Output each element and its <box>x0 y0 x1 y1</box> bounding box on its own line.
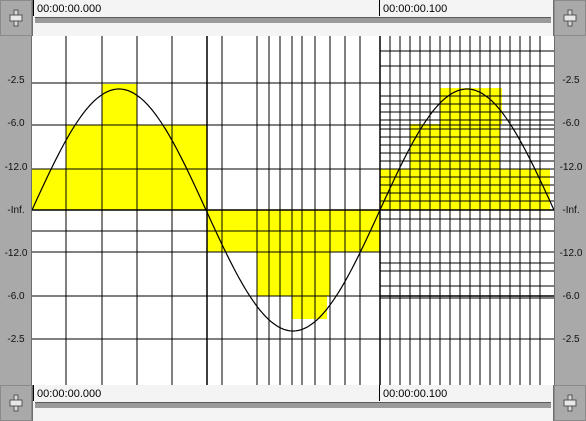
marker-handle-icon <box>9 9 23 27</box>
waveform-canvas[interactable] <box>32 36 554 385</box>
level-fill-block <box>102 84 137 125</box>
db-label: -2.5 <box>562 75 580 86</box>
top-right-handle[interactable] <box>554 0 586 36</box>
level-fill-block <box>440 88 502 124</box>
start-timecode: 00:00:00.000 <box>37 3 102 15</box>
db-label: -12.0 <box>559 162 583 173</box>
marker-handle-icon <box>9 394 23 412</box>
marker-handle-icon <box>563 394 577 412</box>
bottom-left-handle[interactable] <box>0 385 32 421</box>
db-label: -Inf. <box>7 205 25 216</box>
db-label: -2.5 <box>7 75 25 86</box>
bottom-right-handle[interactable] <box>554 385 586 421</box>
mid-timecode: 00:00:00.100 <box>383 388 448 400</box>
start-timecode: 00:00:00.000 <box>37 388 102 400</box>
db-label: -6.0 <box>562 291 580 302</box>
ruler-scroll-track[interactable] <box>35 402 551 408</box>
level-fill-block <box>410 124 500 169</box>
db-label: -6.0 <box>7 118 25 129</box>
db-label: -12.0 <box>559 248 583 259</box>
db-label: -Inf. <box>562 205 580 216</box>
marker-handle-icon <box>563 9 577 27</box>
ruler-scroll-track[interactable] <box>35 17 551 23</box>
waveform-view[interactable] <box>32 36 554 385</box>
db-label: -12.0 <box>4 162 28 173</box>
bottom-time-ruler-row: 00:00:00.000 00:00:00.100 <box>0 385 586 421</box>
right-db-scale: -2.5 -6.0 -12.0 -Inf. -12.0 -6.0 -2.5 <box>554 36 586 385</box>
db-label: -2.5 <box>562 334 580 345</box>
top-time-ruler[interactable]: 00:00:00.000 00:00:00.100 <box>32 0 554 36</box>
level-fill-block <box>32 169 207 210</box>
db-label: -6.0 <box>7 291 25 302</box>
db-label: -12.0 <box>4 248 28 259</box>
top-left-handle[interactable] <box>0 0 32 36</box>
db-label: -2.5 <box>7 334 25 345</box>
level-fill-block <box>380 169 550 210</box>
mid-timecode: 00:00:00.100 <box>383 3 448 15</box>
left-db-scale: -2.5 -6.0 -12.0 -Inf. -12.0 -6.0 -2.5 <box>0 36 32 385</box>
level-fill-block <box>257 252 330 296</box>
top-time-ruler-row: 00:00:00.000 00:00:00.100 <box>0 0 586 36</box>
db-label: -6.0 <box>562 118 580 129</box>
bottom-time-ruler[interactable]: 00:00:00.000 00:00:00.100 <box>32 385 554 421</box>
